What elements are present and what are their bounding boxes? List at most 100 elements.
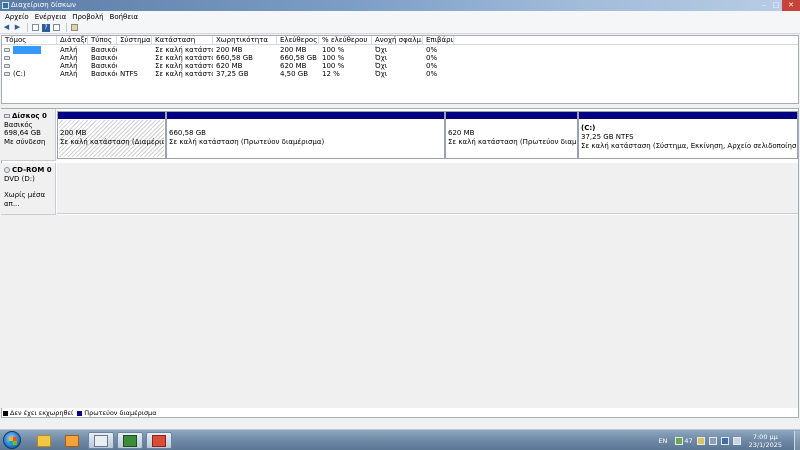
menu-view[interactable]: Προβολή xyxy=(70,13,107,21)
tray-app-icon[interactable] xyxy=(696,436,705,445)
disk-management-icon[interactable] xyxy=(146,432,172,449)
taskbar: EN 47 7:00 μμ 23/1/2025 xyxy=(0,429,800,450)
cell-overhead: 0% xyxy=(426,46,438,54)
col-layout[interactable]: Διάταξη xyxy=(57,36,88,45)
menu-action[interactable]: Ενέργεια xyxy=(33,13,70,21)
cell-free: 660,58 GB xyxy=(280,54,317,62)
media-player-icon[interactable] xyxy=(59,432,85,449)
partition-bar xyxy=(579,112,797,119)
partition-status: Σε καλή κατάσταση (Σύστημα, Εκκίνηση, Αρ… xyxy=(581,142,796,150)
cell-fault-tolerance: Όχι xyxy=(375,62,388,70)
computer-management-icon[interactable] xyxy=(117,432,143,449)
forward-arrow-icon[interactable]: ▶ xyxy=(13,23,22,32)
tray-app-icon[interactable] xyxy=(675,436,684,445)
partition-status: Σε καλή κατάσταση (Πρωτεύον διαμέρισμα) xyxy=(448,138,576,146)
partition-size: 200 MB xyxy=(60,129,87,137)
properties-icon[interactable] xyxy=(53,24,60,31)
explorer-icon[interactable] xyxy=(31,432,57,449)
cell-overhead: 0% xyxy=(426,70,438,78)
show-desktop-button[interactable] xyxy=(794,431,800,450)
cell-filesystem: NTFS xyxy=(120,70,138,78)
cell-overhead: 0% xyxy=(426,62,438,70)
volume-list-icon[interactable] xyxy=(32,24,39,31)
cdrom-0-media-area[interactable] xyxy=(57,163,798,214)
view-icon[interactable] xyxy=(71,24,78,31)
toolbar-separator xyxy=(27,23,28,32)
partition-size: 37,25 GB NTFS xyxy=(581,133,634,141)
cell-status: Σε καλή κατάσταση xyxy=(155,46,213,54)
cell-layout: Απλή xyxy=(60,62,78,70)
windows-logo-icon xyxy=(9,437,17,445)
col-volume[interactable]: Τόμος xyxy=(2,36,57,45)
menu-file[interactable]: Αρχείο xyxy=(3,13,33,21)
col-type[interactable]: Τύπος xyxy=(88,36,117,45)
cell-filesystem xyxy=(117,62,152,70)
volume-list: Τόμος Διάταξη Τύπος Σύστημα ... Κατάστασ… xyxy=(1,35,799,104)
partition-bar xyxy=(446,112,577,119)
col-capacity[interactable]: Χωρητικότητα xyxy=(213,36,277,45)
col-free[interactable]: Ελεύθερος ... xyxy=(277,36,319,45)
minimize-button[interactable]: – xyxy=(758,0,770,11)
cell-status: Σε καλή κατάσταση xyxy=(155,70,213,78)
calculator-icon[interactable] xyxy=(88,432,114,449)
legend: Δεν έχει εκχωρηθεί Πρωτεύον διαμέρισμα xyxy=(3,409,160,417)
disk-0-status: Με σύνδεση xyxy=(4,137,46,146)
col-fault-tolerance[interactable]: Ανοχή σφαλμ... xyxy=(372,36,423,45)
tray-app-icon[interactable] xyxy=(708,436,717,445)
cell-layout: Απλή xyxy=(60,54,78,62)
window-controls: – □ ✕ xyxy=(758,0,800,11)
cdrom-0-name: CD-ROM 0 xyxy=(12,166,52,174)
legend-unallocated: Δεν έχει εκχωρηθεί xyxy=(10,409,74,417)
table-row[interactable]: (C:) Απλή Βασικός NTFS Σε καλή κατάσταση… xyxy=(2,70,798,78)
volume-icon[interactable] xyxy=(732,436,741,445)
table-row[interactable]: Απλή Βασικός Σε καλή κατάσταση 660,58 GB… xyxy=(2,54,798,62)
clock-time: 7:00 μμ xyxy=(752,432,778,441)
close-button[interactable]: ✕ xyxy=(782,0,800,11)
back-arrow-icon[interactable]: ◀ xyxy=(2,23,11,32)
hard-disk-icon xyxy=(4,114,10,118)
cell-volume: (C:) xyxy=(13,70,26,78)
col-filesystem[interactable]: Σύστημα ... xyxy=(117,36,152,45)
menu-help[interactable]: Βοήθεια xyxy=(108,13,143,21)
cell-free: 4,50 GB xyxy=(280,70,309,78)
cell-free: 200 MB xyxy=(280,46,307,54)
partition-size: 660,58 GB xyxy=(169,129,206,137)
clock[interactable]: 7:00 μμ 23/1/2025 xyxy=(749,433,782,449)
partition-system-reserved[interactable]: 200 MB Σε καλή κατάσταση (Διαμέρισμα προ xyxy=(57,111,166,159)
title-bar: Διαχείριση δίσκων – □ ✕ xyxy=(0,0,800,11)
col-status[interactable]: Κατάσταση xyxy=(152,36,213,45)
cell-fault-tolerance: Όχι xyxy=(375,54,388,62)
cell-layout: Απλή xyxy=(60,70,78,78)
partition-status: Σε καλή κατάσταση (Διαμέρισμα προ xyxy=(60,138,164,146)
table-row[interactable]: Απλή Βασικός Σε καλή κατάσταση 620 MB 62… xyxy=(2,62,798,70)
partition-c-drive[interactable]: (C:) 37,25 GB NTFS Σε καλή κατάσταση (Σύ… xyxy=(578,111,798,159)
cell-percent-free: 100 % xyxy=(322,54,345,62)
language-indicator[interactable]: EN xyxy=(658,437,667,445)
cell-capacity: 620 MB xyxy=(216,62,243,70)
toolbar-separator xyxy=(66,23,67,32)
volume-list-header: Τόμος Διάταξη Τύπος Σύστημα ... Κατάστασ… xyxy=(2,36,798,45)
maximize-button[interactable]: □ xyxy=(770,0,782,11)
toolbar: ◀ ▶ ? xyxy=(0,22,800,34)
disk-0-label[interactable]: Δίσκος 0 Βασικός 698,64 GB Με σύνδεση xyxy=(1,109,56,161)
cdrom-0-label[interactable]: CD-ROM 0 DVD (D:) Χωρίς μέσα απ... xyxy=(1,163,56,215)
col-overhead[interactable]: Επιβάρυ... xyxy=(423,36,454,45)
cell-capacity: 660,58 GB xyxy=(216,54,253,62)
cell-status: Σε καλή κατάσταση xyxy=(155,62,213,70)
cell-percent-free: 12 % xyxy=(322,70,340,78)
cell-percent-free: 100 % xyxy=(322,62,345,70)
start-button[interactable] xyxy=(3,431,21,449)
partition-primary-2[interactable]: 620 MB Σε καλή κατάσταση (Πρωτεύον διαμέ… xyxy=(445,111,578,159)
partition-primary-1[interactable]: 660,58 GB Σε καλή κατάσταση (Πρωτεύον δι… xyxy=(166,111,445,159)
col-percent-free[interactable]: % ελεύθερου xyxy=(319,36,372,45)
help-icon[interactable]: ? xyxy=(42,23,50,32)
empty-disk-area xyxy=(1,215,798,408)
partition-bar xyxy=(58,112,165,119)
cdrom-0-drive: DVD (D:) xyxy=(4,174,35,183)
cell-status: Σε καλή κατάσταση xyxy=(155,54,213,62)
window-title: Διαχείριση δίσκων xyxy=(11,1,76,9)
cell-volume xyxy=(10,62,57,70)
network-icon[interactable] xyxy=(720,436,729,445)
clock-date: 23/1/2025 xyxy=(748,440,782,449)
table-row[interactable]: Απλή Βασικός Σε καλή κατάσταση 200 MB 20… xyxy=(2,46,798,54)
